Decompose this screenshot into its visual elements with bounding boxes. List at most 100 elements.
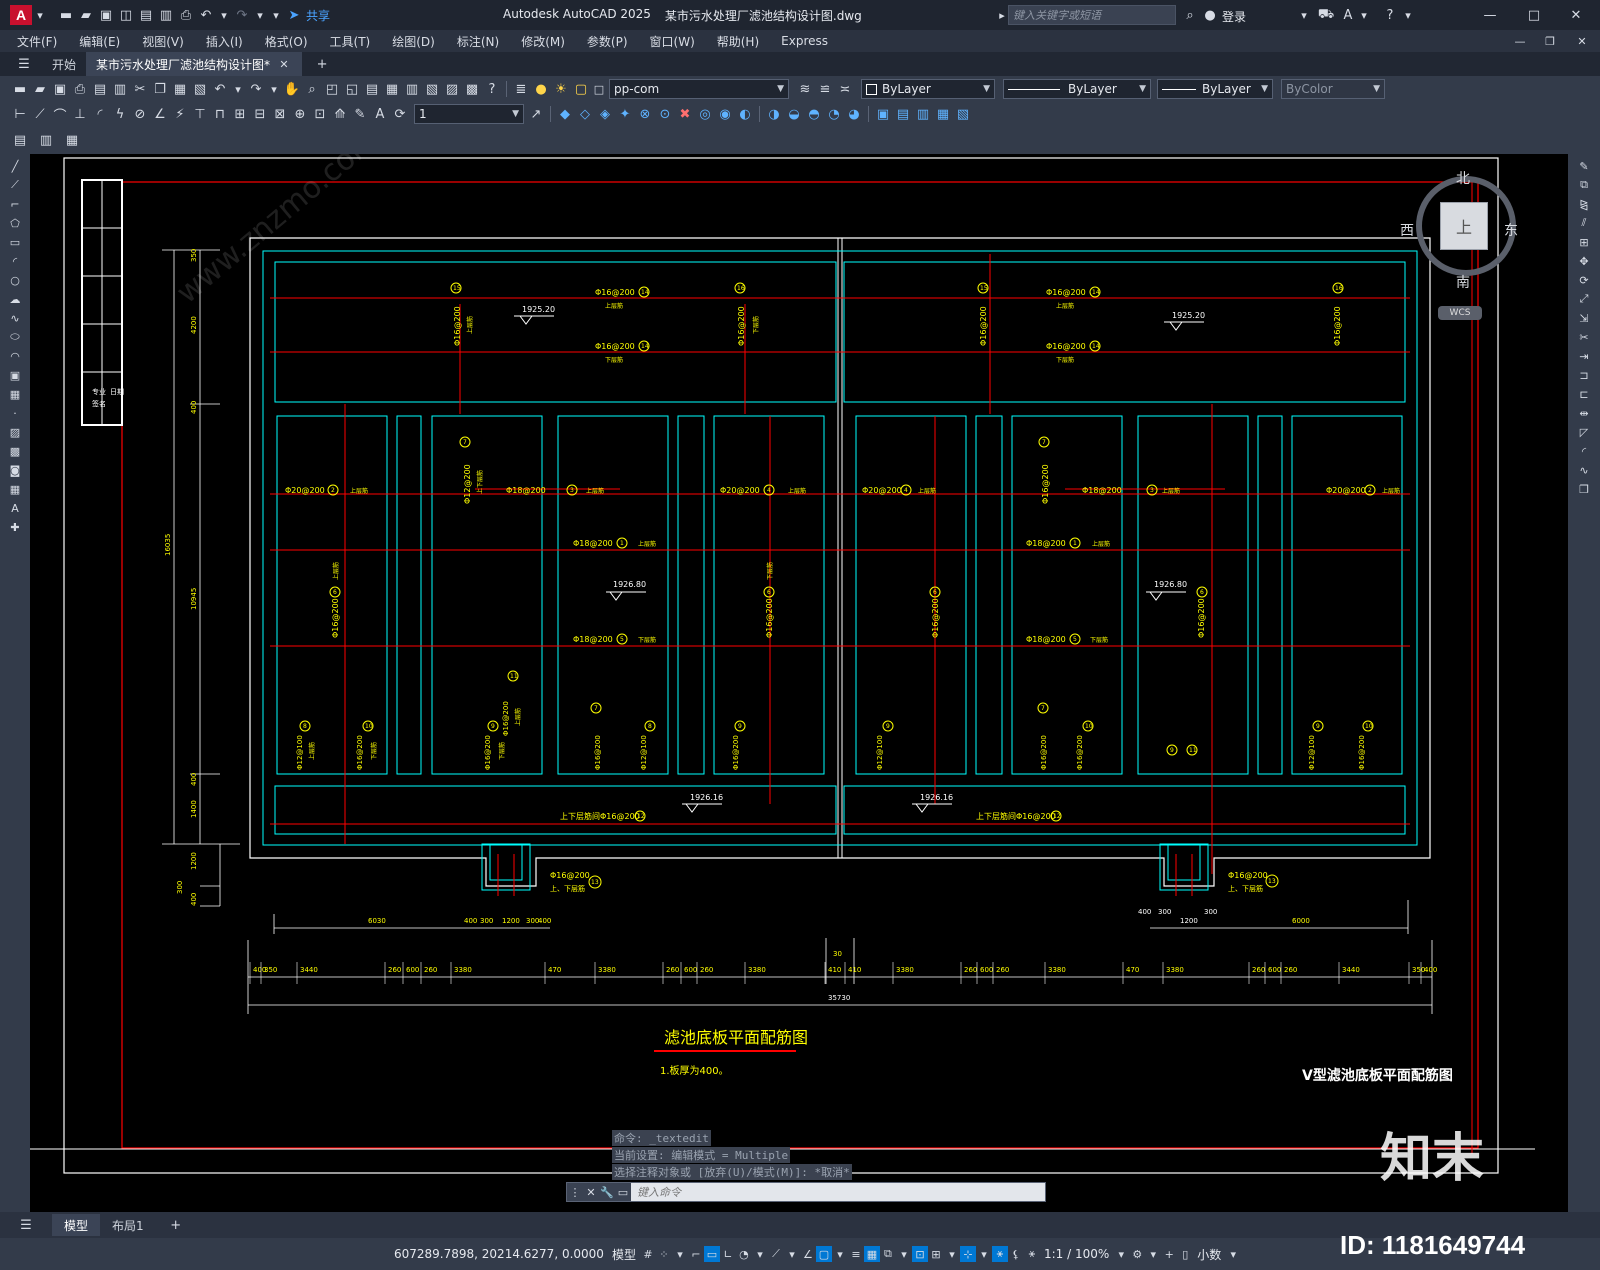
lineweight-dropdown[interactable]: ByLayer ▼ bbox=[1157, 79, 1273, 99]
drawing-canvas[interactable]: 专业 签名 日期 350 4200 400 400 1400 1200 300 … bbox=[30, 154, 1568, 1212]
menu-express[interactable]: Express bbox=[770, 34, 839, 48]
erase-icon[interactable]: ✎ bbox=[1576, 158, 1592, 174]
chevron-down-icon[interactable]: ▾ bbox=[976, 1246, 992, 1262]
diameter-dim-icon[interactable]: ⊘ bbox=[130, 104, 150, 124]
recent-commands-icon[interactable]: ▭ bbox=[615, 1184, 631, 1200]
new-file-icon[interactable]: ▬ bbox=[56, 5, 76, 25]
layer-dropdown[interactable]: pp-com ▼ bbox=[609, 79, 789, 99]
menu-tools[interactable]: 工具(T) bbox=[319, 33, 382, 50]
chevron-down-icon[interactable]: ▾ bbox=[832, 1246, 848, 1262]
cart-icon[interactable]: ⛟ bbox=[1316, 5, 1336, 25]
chevron-down-icon[interactable]: ▾ bbox=[944, 1246, 960, 1262]
group-icon[interactable]: ◑ bbox=[764, 104, 784, 124]
doc-close-icon[interactable]: ✕ bbox=[1574, 33, 1590, 49]
annotation-scale-icon[interactable]: ⚹ bbox=[1024, 1246, 1040, 1262]
menu-format[interactable]: 格式(O) bbox=[254, 33, 319, 50]
arc-length-icon[interactable]: ⌒ bbox=[50, 104, 70, 124]
ordinate-dim-icon[interactable]: ⊥ bbox=[70, 104, 90, 124]
undo-icon[interactable]: ↶ bbox=[196, 5, 216, 25]
move-icon[interactable]: ✥ bbox=[1576, 253, 1592, 269]
table-icon[interactable]: ▦ bbox=[7, 481, 23, 497]
trim-icon[interactable]: ✂ bbox=[1576, 329, 1592, 345]
linear-dim-icon[interactable]: ⊢ bbox=[10, 104, 30, 124]
arc-icon[interactable]: ◜ bbox=[7, 253, 23, 269]
help-icon[interactable]: ? bbox=[1380, 5, 1400, 25]
save-as-icon[interactable]: ◫ bbox=[116, 5, 136, 25]
chamfer-icon[interactable]: ◸ bbox=[1576, 424, 1592, 440]
table-icon[interactable]: ▥ bbox=[913, 104, 933, 124]
customize-icon[interactable]: ▾ bbox=[268, 7, 284, 23]
inspect-icon[interactable]: ⊡ bbox=[310, 104, 330, 124]
hamburger-menu-icon[interactable]: ☰ bbox=[14, 54, 34, 74]
menu-help[interactable]: 帮助(H) bbox=[706, 33, 770, 50]
qnew-icon[interactable]: ▬ bbox=[10, 79, 30, 99]
viewcube-south[interactable]: 南 bbox=[1456, 272, 1470, 292]
construction-line-icon[interactable]: ⟋ bbox=[7, 177, 23, 193]
login-button[interactable]: 登录 bbox=[1222, 8, 1246, 25]
chevron-down-icon[interactable]: ▾ bbox=[1296, 7, 1312, 23]
units-value[interactable]: 小数 bbox=[1193, 1246, 1225, 1263]
units-icon[interactable]: ▯ bbox=[1177, 1246, 1193, 1262]
chevron-down-icon[interactable]: ▾ bbox=[266, 81, 282, 97]
revision-cloud-icon[interactable]: ☁ bbox=[7, 291, 23, 307]
zoom-realtime-icon[interactable]: ⌕ bbox=[302, 79, 322, 99]
tab-start[interactable]: 开始 bbox=[42, 52, 86, 76]
export-icon[interactable]: ▥ bbox=[36, 130, 56, 150]
annotation-visibility-icon[interactable]: ⚹ bbox=[991, 1246, 1008, 1262]
layer-state-icon[interactable]: ≍ bbox=[835, 79, 855, 99]
copy-object-icon[interactable]: ⧉ bbox=[1576, 177, 1592, 193]
menu-window[interactable]: 窗口(W) bbox=[639, 33, 706, 50]
spline-icon[interactable]: ∿ bbox=[7, 310, 23, 326]
explode-icon[interactable]: ✦ bbox=[615, 104, 635, 124]
redo-icon[interactable]: ↷ bbox=[246, 79, 266, 99]
match-properties-icon[interactable]: ▧ bbox=[190, 79, 210, 99]
snap-icon[interactable]: ⁘ bbox=[656, 1246, 672, 1262]
mirror-icon[interactable]: ⧎ bbox=[1576, 196, 1592, 212]
circle-icon[interactable]: ○ bbox=[7, 272, 23, 288]
chevron-down-icon[interactable]: ▾ bbox=[230, 81, 246, 97]
3d-osnap-icon[interactable]: ⊡ bbox=[911, 1246, 928, 1262]
layer-previous-icon[interactable]: ≋ bbox=[795, 79, 815, 99]
ungroup-icon[interactable]: ◒ bbox=[784, 104, 804, 124]
lock-icon[interactable]: ▢ bbox=[571, 79, 591, 99]
hatch-icon[interactable]: ▨ bbox=[7, 424, 23, 440]
point-icon[interactable]: · bbox=[7, 405, 23, 421]
ortho-icon[interactable]: ∟ bbox=[720, 1246, 736, 1262]
blend-icon[interactable]: ∿ bbox=[1576, 462, 1592, 478]
chevron-down-icon[interactable]: ▾ bbox=[784, 1246, 800, 1262]
color-dropdown[interactable]: ByLayer ▼ bbox=[861, 79, 995, 99]
wcs-dropdown[interactable]: WCS bbox=[1438, 306, 1482, 320]
user-icon[interactable]: ● bbox=[1200, 5, 1220, 25]
workspace-gear-icon[interactable]: ⚙ bbox=[1129, 1246, 1145, 1262]
open-folder-icon[interactable]: ▰ bbox=[76, 5, 96, 25]
chevron-down-icon[interactable]: ▾ bbox=[1356, 7, 1372, 23]
offset-icon[interactable]: ⫽ bbox=[1576, 215, 1592, 231]
rectangle-icon[interactable]: ▭ bbox=[7, 234, 23, 250]
block-edit-icon[interactable]: ◇ bbox=[575, 104, 595, 124]
wrench-icon[interactable]: 🔧 bbox=[599, 1184, 615, 1200]
tab-model[interactable]: 模型 bbox=[52, 1214, 101, 1236]
field-icon[interactable]: ▦ bbox=[933, 104, 953, 124]
chevron-down-icon[interactable]: ▾ bbox=[216, 7, 232, 23]
minimize-window-icon[interactable]: — bbox=[1480, 5, 1500, 25]
dim-edit-icon[interactable]: ✎ bbox=[350, 104, 370, 124]
batch-plot-icon[interactable]: ▦ bbox=[62, 130, 82, 150]
ellipse-arc-icon[interactable]: ◠ bbox=[7, 348, 23, 364]
undo-icon[interactable]: ↶ bbox=[210, 79, 230, 99]
jogged-linear-icon[interactable]: ⟰ bbox=[330, 104, 350, 124]
coordinates-readout[interactable]: 607289.7898, 20214.6277, 0.0000 bbox=[390, 1247, 608, 1261]
autodesk-account-icon[interactable]: A bbox=[1338, 5, 1358, 25]
share-button[interactable]: 共享 bbox=[306, 7, 330, 24]
3dprint-icon[interactable]: ▥ bbox=[110, 79, 130, 99]
design-center-icon[interactable]: ▦ bbox=[382, 79, 402, 99]
menu-parametric[interactable]: 参数(P) bbox=[576, 33, 639, 50]
object-snap-icon[interactable]: ▢ bbox=[815, 1246, 832, 1262]
annotation-scale-value[interactable]: 1:1 / 100% bbox=[1040, 1247, 1113, 1261]
sun-icon[interactable]: ☀ bbox=[551, 79, 571, 99]
publish-icon[interactable]: ▤ bbox=[136, 5, 156, 25]
refedit-icon[interactable]: ◎ bbox=[695, 104, 715, 124]
wblock-icon[interactable]: ◈ bbox=[595, 104, 615, 124]
zoom-window-icon[interactable]: ◰ bbox=[322, 79, 342, 99]
layer-properties-icon[interactable]: ≣ bbox=[511, 79, 531, 99]
plotstyle-dropdown[interactable]: ByColor ▼ bbox=[1281, 79, 1385, 99]
